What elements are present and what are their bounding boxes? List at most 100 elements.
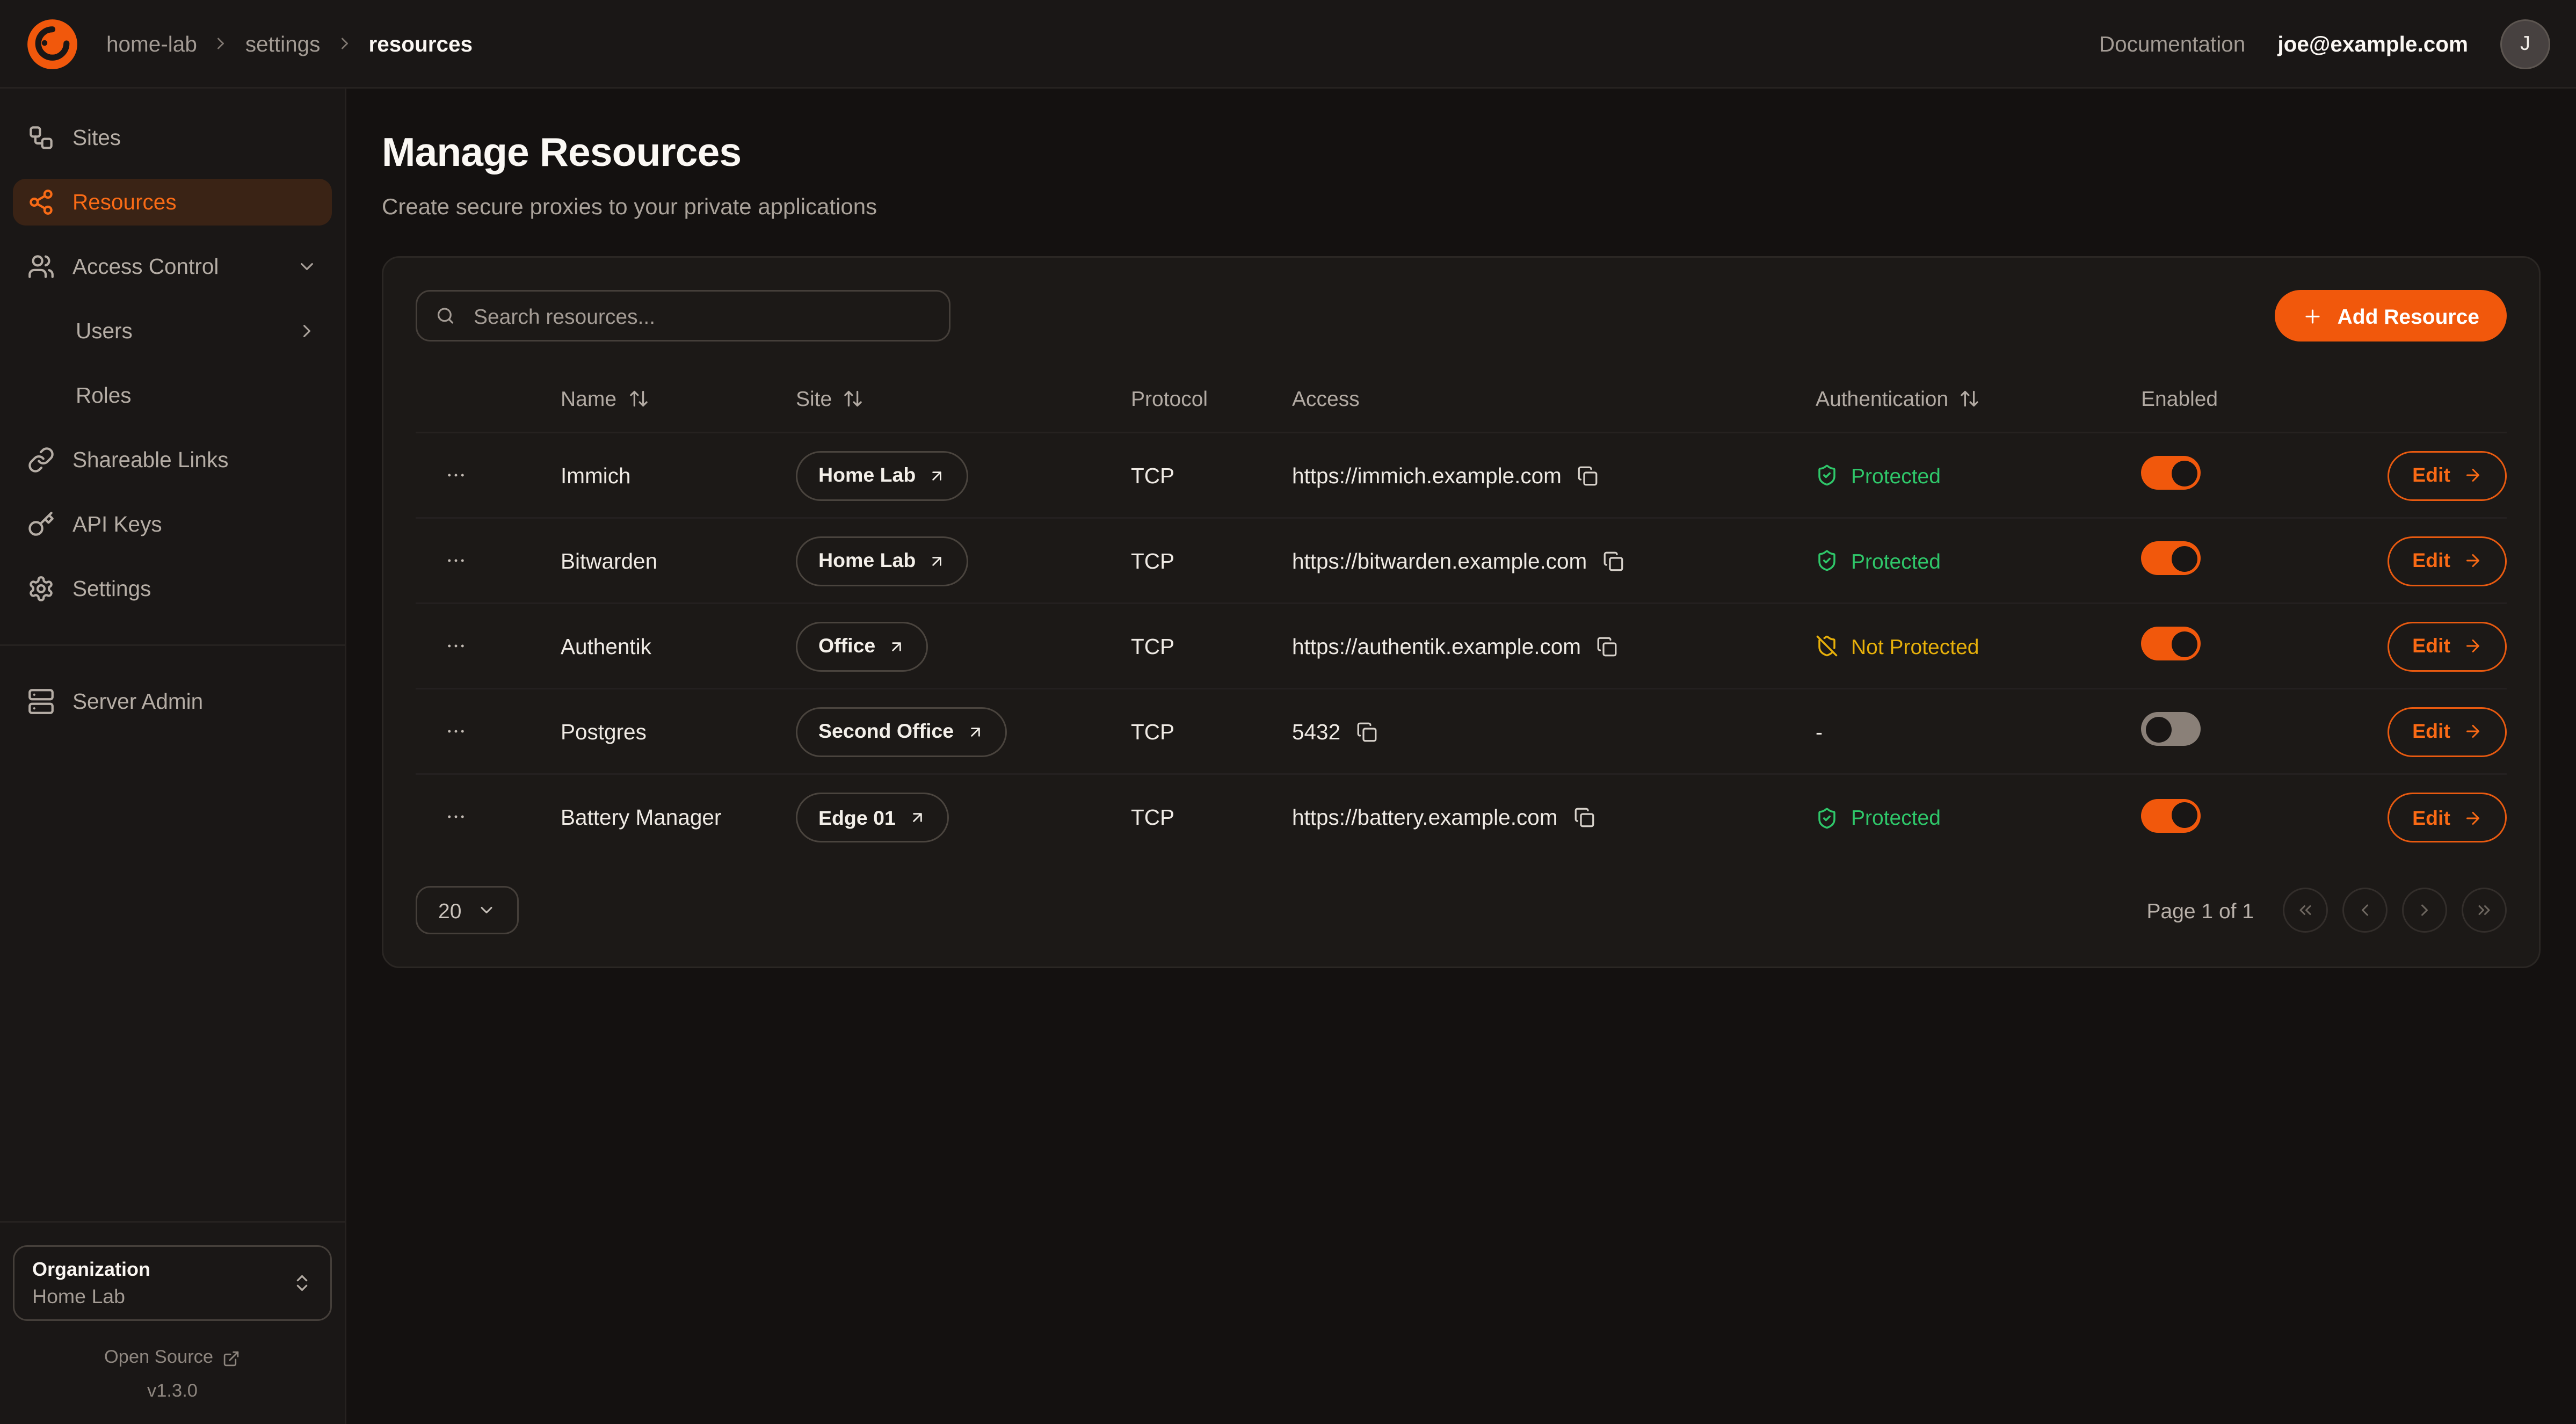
enabled-cell	[2141, 541, 2371, 580]
row-menu-button[interactable]	[441, 460, 470, 489]
edit-button[interactable]: Edit	[2388, 451, 2507, 500]
copy-icon[interactable]	[1356, 721, 1377, 742]
enabled-toggle[interactable]	[2141, 456, 2201, 490]
sidebar-bottom-divider	[0, 1221, 345, 1223]
first-page-button[interactable]	[2283, 888, 2328, 933]
site-link[interactable]: Edge 01	[796, 793, 949, 842]
access-value: https://battery.example.com	[1292, 805, 1557, 830]
resources-icon	[27, 188, 55, 216]
copy-icon[interactable]	[1578, 465, 1599, 486]
enabled-toggle[interactable]	[2141, 712, 2201, 746]
shield-check-icon	[1816, 549, 1838, 572]
chevron-down-icon	[296, 256, 317, 277]
sort-icon	[1960, 388, 1980, 409]
sort-icon	[843, 388, 864, 409]
header-enabled-label: Enabled	[2141, 387, 2218, 411]
edit-button[interactable]: Edit	[2388, 621, 2507, 671]
arrow-up-right-icon	[888, 637, 906, 655]
organization-value: Home Lab	[32, 1285, 150, 1308]
row-menu-cell	[416, 802, 538, 833]
row-menu-button[interactable]	[441, 716, 470, 745]
sidebar-nav: Sites Resources Access Control Users Rol…	[13, 114, 332, 725]
edit-label: Edit	[2412, 635, 2450, 657]
search-box	[416, 290, 950, 342]
chevrons-right-icon	[2475, 900, 2494, 920]
enabled-cell	[2141, 456, 2371, 495]
site-link[interactable]: Home Lab	[796, 451, 969, 500]
auth-label: Protected	[1851, 549, 1941, 573]
sidebar-item-label: API Keys	[72, 512, 162, 536]
edit-label: Edit	[2412, 464, 2450, 486]
breadcrumb-settings[interactable]: settings	[245, 32, 321, 56]
protocol-value: TCP	[1131, 720, 1292, 744]
auth-label: Protected	[1851, 463, 1941, 488]
header-site-label: Site	[796, 387, 832, 411]
table-body: Immich Home Lab TCP https://immich.examp…	[416, 433, 2507, 860]
sites-icon	[27, 124, 55, 151]
access-cell: https://authentik.example.com	[1292, 634, 1816, 658]
site-link[interactable]: Home Lab	[796, 536, 969, 586]
header-authentication-label: Authentication	[1816, 387, 1948, 411]
arrow-up-right-icon	[909, 809, 926, 826]
copy-icon[interactable]	[1597, 636, 1618, 657]
search-input[interactable]	[470, 302, 931, 330]
sidebar-item-shareable-links[interactable]: Shareable Links	[13, 437, 332, 483]
edit-cell: Edit	[2371, 536, 2507, 586]
shield-check-icon	[1816, 807, 1838, 829]
header-site[interactable]: Site	[796, 387, 1131, 411]
site-cell: Home Lab	[796, 451, 1131, 500]
next-page-button[interactable]	[2402, 888, 2447, 933]
breadcrumb: home-lab settings resources	[106, 32, 473, 56]
sidebar-item-resources[interactable]: Resources	[13, 179, 332, 226]
sidebar-item-access-control[interactable]: Access Control	[13, 243, 332, 290]
sidebar-item-server-admin[interactable]: Server Admin	[13, 678, 332, 725]
sidebar-item-users[interactable]: Users	[61, 308, 332, 354]
pangolin-logo-icon[interactable]	[26, 17, 79, 70]
row-menu-button[interactable]	[441, 546, 470, 575]
enabled-cell	[2141, 798, 2371, 837]
sidebar-item-settings[interactable]: Settings	[13, 565, 332, 612]
last-page-button[interactable]	[2462, 888, 2507, 933]
app-root: home-lab settings resources Documentatio…	[0, 0, 2576, 1424]
header-authentication[interactable]: Authentication	[1816, 387, 2141, 411]
page-info: Page 1 of 1	[2147, 898, 2254, 922]
prev-page-button[interactable]	[2342, 888, 2388, 933]
edit-button[interactable]: Edit	[2388, 793, 2507, 842]
site-link[interactable]: Office	[796, 621, 928, 671]
avatar[interactable]: J	[2500, 19, 2550, 69]
users-icon	[27, 253, 55, 280]
sidebar-item-api-keys[interactable]: API Keys	[13, 501, 332, 548]
open-source-link[interactable]: Open Source	[104, 1348, 241, 1368]
row-menu-button[interactable]	[441, 802, 470, 831]
shield-off-icon	[1816, 635, 1838, 657]
site-cell: Home Lab	[796, 536, 1131, 586]
edit-button[interactable]: Edit	[2388, 536, 2507, 586]
access-cell: 5432	[1292, 720, 1816, 744]
breadcrumb-org[interactable]: home-lab	[106, 32, 197, 56]
enabled-toggle[interactable]	[2141, 627, 2201, 660]
auth-label: Protected	[1851, 805, 1941, 830]
arrow-right-icon	[2463, 722, 2483, 741]
enabled-toggle[interactable]	[2141, 798, 2201, 832]
organization-selector[interactable]: Organization Home Lab	[13, 1245, 332, 1321]
copy-icon[interactable]	[1603, 550, 1624, 571]
sidebar-item-roles[interactable]: Roles	[61, 372, 332, 419]
add-resource-button[interactable]: Add Resource	[2275, 290, 2507, 342]
copy-icon[interactable]	[1573, 807, 1594, 828]
sidebar-item-sites[interactable]: Sites	[13, 114, 332, 161]
documentation-link[interactable]: Documentation	[2099, 32, 2245, 56]
edit-button[interactable]: Edit	[2388, 707, 2507, 757]
row-menu-button[interactable]	[441, 631, 470, 660]
site-name: Home Lab	[818, 549, 916, 572]
enabled-toggle[interactable]	[2141, 541, 2201, 575]
edit-cell: Edit	[2371, 793, 2507, 842]
auth-cell: Protected	[1816, 805, 2141, 830]
arrow-up-right-icon	[967, 723, 984, 740]
chevron-left-icon	[2355, 900, 2375, 920]
header-name[interactable]: Name	[538, 387, 796, 411]
add-resource-label: Add Resource	[2338, 304, 2479, 328]
topbar: home-lab settings resources Documentatio…	[0, 0, 2576, 89]
access-cell: https://battery.example.com	[1292, 805, 1816, 830]
site-link[interactable]: Second Office	[796, 707, 1007, 757]
page-size-select[interactable]: 20	[416, 886, 519, 934]
